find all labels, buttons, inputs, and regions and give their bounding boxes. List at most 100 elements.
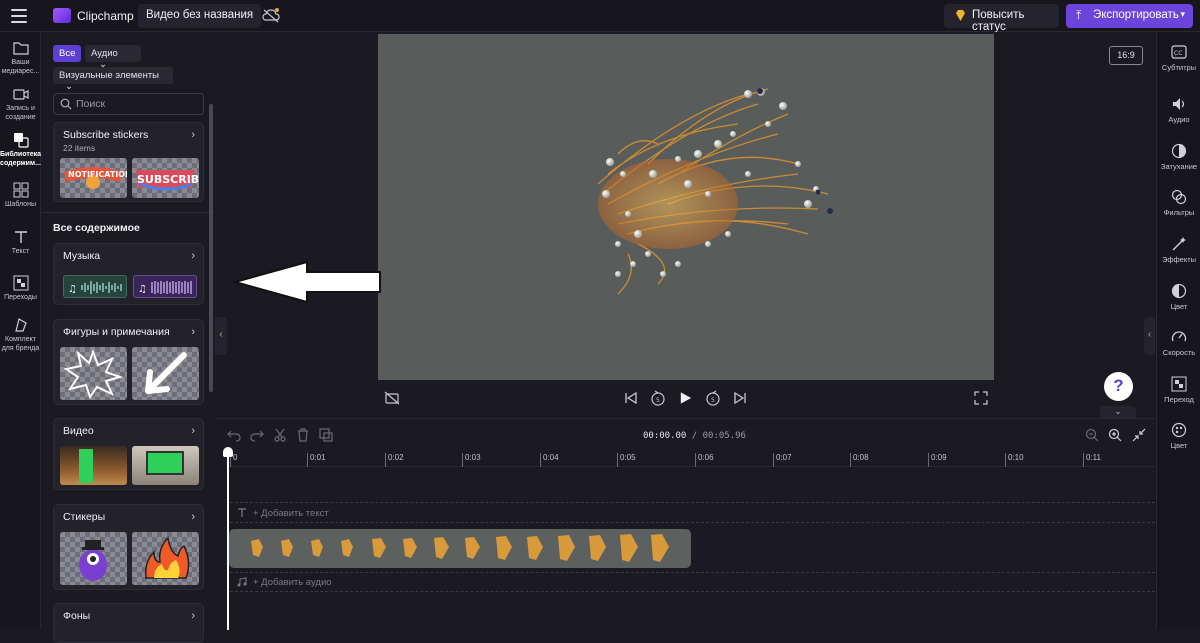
zoom-out-icon[interactable]	[1085, 428, 1099, 442]
search-input[interactable]: Поиск	[53, 93, 204, 115]
card-title: Видео	[63, 425, 94, 437]
video-preview[interactable]	[378, 34, 994, 380]
music-thumb-1[interactable]: ♫	[63, 275, 127, 298]
rewind-5-icon[interactable]: 5	[650, 390, 666, 406]
chevron-right-icon: ›	[191, 326, 195, 338]
rnav-color-2[interactable]: Цвет	[1157, 422, 1200, 450]
video-thumb-2[interactable]	[132, 446, 199, 485]
add-text-button[interactable]: + Добавить текст	[253, 508, 329, 519]
nav-label: Шаблоны	[5, 201, 36, 208]
rnav-audio[interactable]: Аудио	[1157, 96, 1200, 124]
ruler-tick: 0:04	[540, 453, 559, 467]
nav-brand-kit[interactable]: Комплект для бренда	[0, 317, 41, 353]
video-title-field[interactable]: Видео без названия	[138, 4, 262, 28]
nav-content-library[interactable]: Библиотека содержим...	[0, 132, 41, 168]
rnav-label: Скорость	[1162, 348, 1196, 357]
scissors-icon[interactable]	[273, 428, 287, 442]
content-library-panel: Все Аудио ⌄ Визуальные элементы ⌄ Поиск …	[42, 32, 214, 643]
nav-record-create[interactable]: Запись и создание	[0, 86, 41, 122]
forward-5-icon[interactable]: 5	[705, 390, 721, 406]
skip-forward-icon[interactable]	[732, 390, 748, 406]
timeline-ruler[interactable]: 0 0:01 0:02 0:03 0:04 0:05 0:06 0:07 0:0…	[230, 453, 1155, 467]
ruler-tick: 0:09	[928, 453, 947, 467]
rnav-fade[interactable]: Затухание	[1157, 143, 1200, 171]
preview-area: 16:9 ‹ ‹ 5 5 ? ⌄	[215, 32, 1155, 418]
add-audio-button[interactable]: + Добавить аудио	[253, 577, 332, 588]
nav-templates[interactable]: Шаблоны	[0, 182, 41, 210]
collapse-timeline-icon[interactable]: ⌄	[1100, 406, 1136, 418]
video-clip[interactable]	[229, 529, 691, 568]
help-button[interactable]: ?	[1104, 372, 1133, 401]
notifications-sticker-thumb[interactable]: NOTIFICATIONS	[60, 158, 127, 198]
menu-icon[interactable]	[11, 9, 27, 23]
rnav-effects[interactable]: Эффекты	[1157, 236, 1200, 264]
subscribe-stickers-card[interactable]: Subscribe stickers 22 items › NOTIFICATI…	[53, 122, 204, 202]
svg-text:5: 5	[656, 397, 660, 404]
rnav-captions[interactable]: CC Субтитры	[1157, 44, 1200, 72]
app-name: Clipchamp	[77, 9, 134, 23]
camera-off-icon[interactable]	[384, 390, 400, 406]
filter-audio-chip[interactable]: Аудио ⌄	[85, 45, 141, 70]
playhead[interactable]	[227, 449, 229, 630]
music-card[interactable]: Музыка › ♫ ♫	[53, 243, 204, 305]
right-properties-nav: CC Субтитры Аудио Затухание Фильтры Эффе…	[1156, 32, 1200, 629]
svg-text:♫: ♫	[138, 284, 147, 295]
rnav-speed[interactable]: Скорость	[1157, 329, 1200, 357]
collapse-right-panel-button[interactable]: ‹	[1144, 317, 1155, 355]
rnav-label: Затухание	[1160, 162, 1198, 171]
collapse-left-panel-button[interactable]: ‹	[215, 317, 227, 355]
export-button[interactable]: ⤒ Экспортировать ▾	[1066, 4, 1193, 28]
effects-icon	[1172, 237, 1186, 251]
filter-all-chip[interactable]: Все	[53, 45, 82, 62]
svg-text:SUBSCRIBE: SUBSCRIBE	[137, 173, 199, 186]
video-thumb-1[interactable]	[60, 446, 127, 485]
fit-timeline-icon[interactable]	[1132, 428, 1146, 442]
diamond-icon	[956, 10, 965, 21]
skip-back-icon[interactable]	[623, 390, 639, 406]
monster-sticker-thumb[interactable]	[60, 532, 127, 585]
undo-icon[interactable]	[227, 428, 241, 442]
divider	[42, 212, 214, 213]
nav-label: Комплект для бренда	[1, 336, 40, 352]
card-title: Subscribe stickers	[63, 129, 149, 141]
fire-sticker-thumb[interactable]	[132, 532, 199, 585]
video-card[interactable]: Видео ›	[53, 418, 204, 490]
backgrounds-card[interactable]: Фоны ›	[53, 603, 204, 643]
fullscreen-icon[interactable]	[973, 390, 989, 406]
track-separator	[230, 591, 1155, 592]
rnav-transition[interactable]: Переход	[1157, 376, 1200, 404]
play-icon[interactable]	[678, 390, 693, 406]
nav-label: Запись и создание	[5, 105, 36, 121]
color-icon	[1171, 283, 1187, 299]
rnav-color[interactable]: Цвет	[1157, 283, 1200, 311]
rnav-filters[interactable]: Фильтры	[1157, 189, 1200, 217]
ruler-tick: 0:05	[617, 453, 636, 467]
stickers-card[interactable]: Стикеры ›	[53, 504, 204, 590]
nav-your-media[interactable]: Ваши медиарес...	[0, 40, 41, 76]
trash-icon[interactable]	[296, 428, 310, 442]
upgrade-button[interactable]: Повысить статус	[944, 4, 1059, 33]
music-thumb-2[interactable]: ♫	[133, 275, 197, 298]
nav-label: Текст	[11, 248, 30, 255]
aspect-ratio-button[interactable]: 16:9	[1109, 46, 1143, 65]
nav-label: Переходы	[4, 294, 37, 301]
cloud-sync-off-icon[interactable]	[262, 8, 280, 24]
nav-transitions[interactable]: Переходы	[0, 275, 41, 303]
filters-icon	[1171, 189, 1187, 205]
audio-track-icon	[237, 577, 247, 587]
zoom-in-icon[interactable]	[1108, 428, 1122, 442]
panel-scrollbar[interactable]	[209, 104, 213, 392]
shapes-annotations-card[interactable]: Фигуры и примечания ›	[53, 319, 204, 405]
speed-icon	[1171, 331, 1187, 342]
filter-visual-chip[interactable]: Визуальные элементы ⌄	[53, 67, 173, 92]
subscribe-sticker-thumb[interactable]: SUBSCRIBE	[132, 158, 199, 198]
duplicate-icon[interactable]	[319, 428, 333, 442]
nav-text[interactable]: Текст	[0, 229, 41, 257]
arrow-shape-thumb[interactable]	[132, 347, 199, 400]
redo-icon[interactable]	[250, 428, 264, 442]
library-icon	[13, 133, 29, 148]
card-title: Фигуры и примечания	[63, 326, 170, 338]
chevron-right-icon: ›	[191, 250, 195, 262]
burst-shape-thumb[interactable]	[60, 347, 127, 400]
rnav-label: Фильтры	[1163, 208, 1195, 217]
